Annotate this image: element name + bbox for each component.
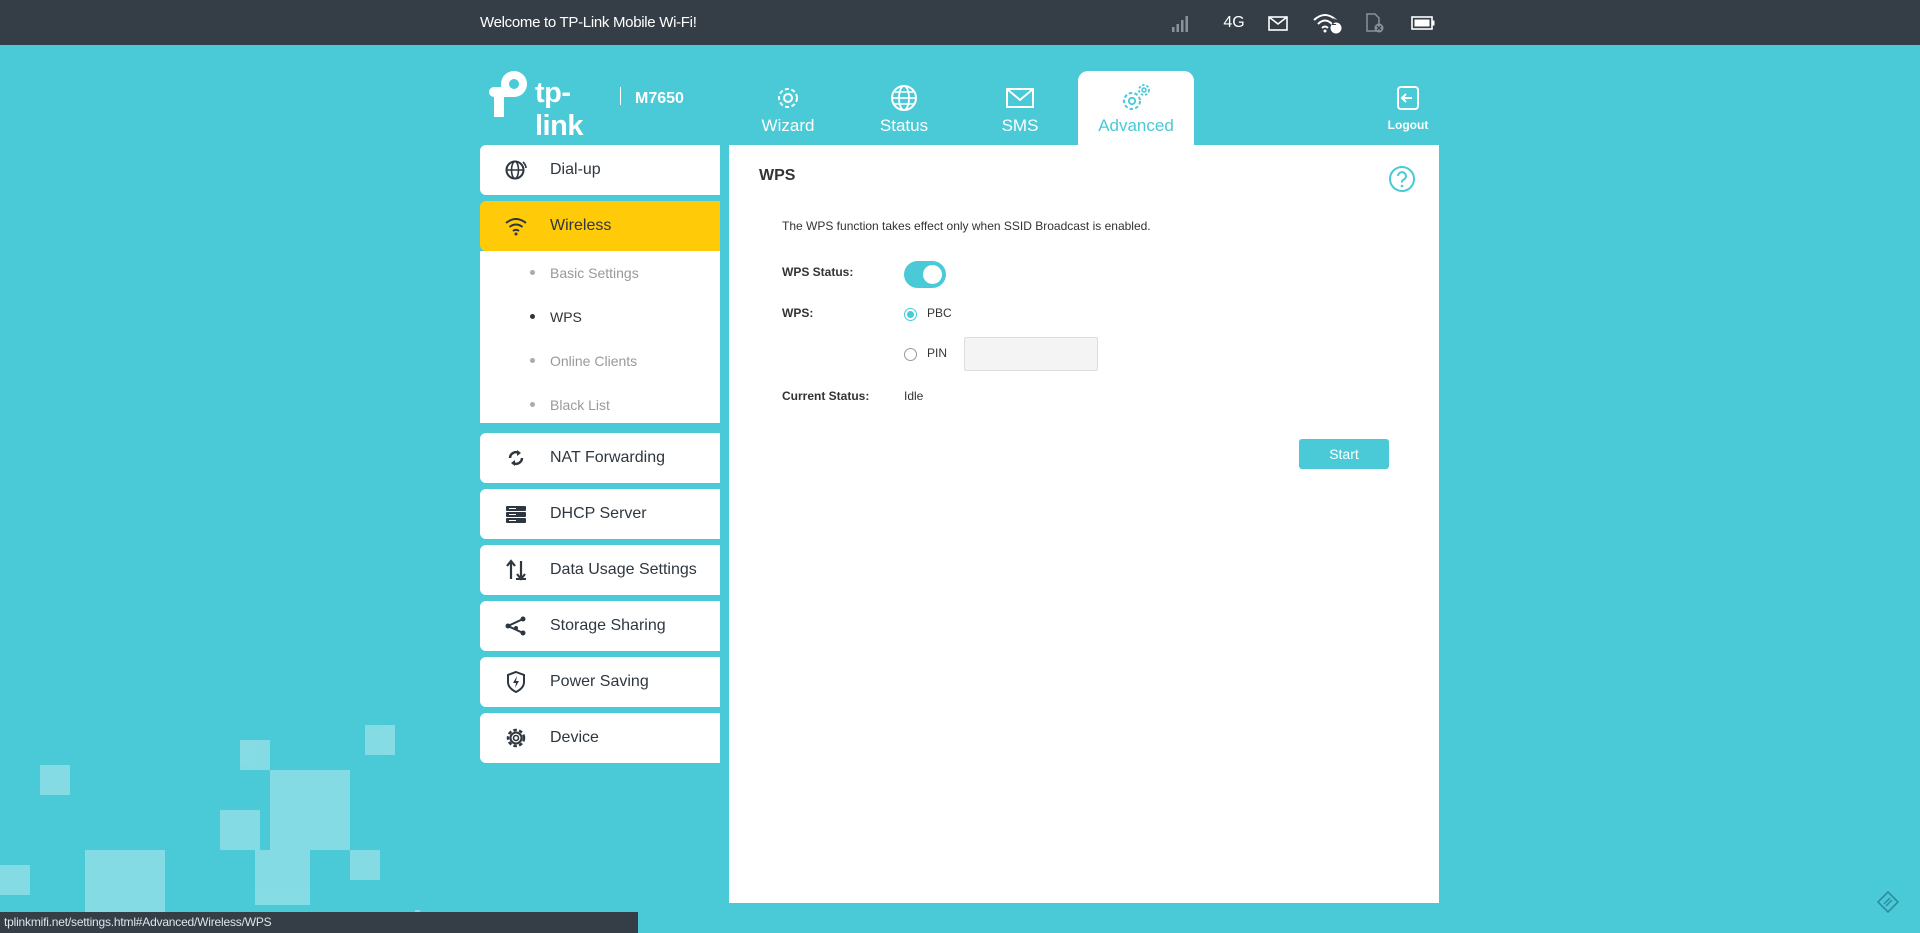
wifi-clients-count: 2 [1331, 17, 1337, 27]
battery-icon [1410, 8, 1436, 38]
current-status-value: Idle [904, 389, 924, 403]
tab-label: Status [879, 116, 929, 135]
sidebar-item-dhcp-server[interactable]: DHCP Server [480, 489, 720, 539]
welcome-text: Welcome to TP-Link Mobile Wi-Fi! [480, 14, 697, 31]
sidebar-item-wireless[interactable]: Wireless [480, 201, 720, 251]
gears-icon [1123, 84, 1150, 110]
submenu-item-black-list[interactable]: Black List [480, 383, 720, 427]
logout-icon [1397, 86, 1419, 110]
wps-status-toggle[interactable] [904, 261, 946, 288]
logout-button[interactable]: Logout [1385, 85, 1431, 132]
sidebar-item-label: Device [550, 729, 599, 746]
wifi-icon [505, 218, 527, 236]
tab-label: Wizard [761, 116, 815, 135]
wps-mode-label: WPS: [782, 306, 814, 320]
nat-icon [508, 450, 524, 466]
sidebar-item-dial-up[interactable]: Dial-up [480, 145, 720, 195]
pin-input[interactable] [964, 337, 1098, 371]
tab-advanced[interactable]: Advanced [1078, 71, 1194, 145]
sidebar-item-nat-forwarding[interactable]: NAT Forwarding [480, 433, 720, 483]
gear-icon [778, 88, 798, 108]
submenu-label: WPS [550, 309, 582, 325]
server-icon [506, 506, 526, 523]
wifi-icon[interactable]: 2 [1310, 8, 1344, 38]
sidebar-item-label: Data Usage Settings [550, 561, 697, 578]
logo-separator [620, 87, 621, 105]
bullet [530, 358, 535, 363]
background-decoration [0, 725, 420, 930]
logout-label: Logout [1387, 118, 1429, 132]
tab-wizard[interactable]: Wizard [730, 71, 846, 145]
sidebar-item-data-usage-settings[interactable]: Data Usage Settings [480, 545, 720, 595]
bullet [530, 270, 535, 275]
sidebar-item-label: Storage Sharing [550, 617, 666, 634]
help-icon[interactable] [1388, 165, 1416, 193]
network-type: 4G [1223, 14, 1245, 31]
mail-icon [1006, 88, 1034, 108]
content-panel: WPS The WPS function takes effect only w… [729, 145, 1439, 903]
submenu-item-online-clients[interactable]: Online Clients [480, 339, 720, 383]
gear-icon [506, 728, 526, 748]
sim-card-icon [1363, 8, 1387, 38]
signal-icon [1170, 8, 1192, 38]
share-icon [505, 616, 526, 636]
globe-icon [891, 85, 917, 111]
sidebar-item-power-saving[interactable]: Power Saving [480, 657, 720, 707]
sidebar-item-label: Power Saving [550, 673, 649, 690]
submenu-label: Black List [550, 397, 610, 413]
pin-radio[interactable] [904, 348, 917, 361]
mail-icon[interactable] [1266, 8, 1290, 38]
sidebar-item-label: Dial-up [550, 161, 601, 178]
logo-text: tp-link [535, 77, 583, 142]
tab-label: Advanced [1098, 116, 1174, 135]
submenu-item-basic-settings[interactable]: Basic Settings [480, 251, 720, 295]
submenu-item-wps[interactable]: WPS [480, 295, 720, 339]
submenu-label: Basic Settings [550, 265, 639, 281]
pbc-radio[interactable] [904, 308, 917, 321]
tab-label: SMS [1001, 116, 1039, 135]
sidebar-item-device[interactable]: Device [480, 713, 720, 763]
wireless-submenu: Basic Settings WPS Online Clients Black … [480, 251, 720, 423]
bullet [530, 314, 535, 319]
submenu-label: Online Clients [550, 353, 638, 369]
url-status-bar: tplinkmifi.net/settings.html#Advanced/Wi… [0, 912, 638, 933]
sidebar-item-label: Wireless [550, 217, 612, 234]
shield-bolt-icon [507, 670, 525, 694]
top-status-bar: Welcome to TP-Link Mobile Wi-Fi! 4G 2 [0, 0, 1920, 45]
bullet [530, 402, 535, 407]
page-title: WPS [759, 167, 796, 184]
tab-sms[interactable]: SMS [962, 71, 1078, 145]
tab-status[interactable]: Status [846, 71, 962, 145]
wps-status-label: WPS Status: [782, 265, 854, 279]
sidebar-item-label: DHCP Server [550, 505, 647, 522]
feedback-icon[interactable] [1877, 891, 1899, 913]
globe-dial-icon [505, 160, 527, 180]
pin-radio-label: PIN [927, 346, 948, 360]
current-status-label: Current Status: [782, 389, 870, 403]
start-button[interactable]: Start [1299, 439, 1389, 469]
pbc-radio-label: PBC [927, 306, 952, 320]
wps-description: The WPS function takes effect only when … [782, 219, 1151, 233]
up-down-arrows-icon [506, 559, 526, 581]
sidebar-item-storage-sharing[interactable]: Storage Sharing [480, 601, 720, 651]
model-name: M7650 [635, 90, 684, 107]
toggle-knob [923, 265, 942, 284]
sidebar-item-label: NAT Forwarding [550, 449, 665, 466]
